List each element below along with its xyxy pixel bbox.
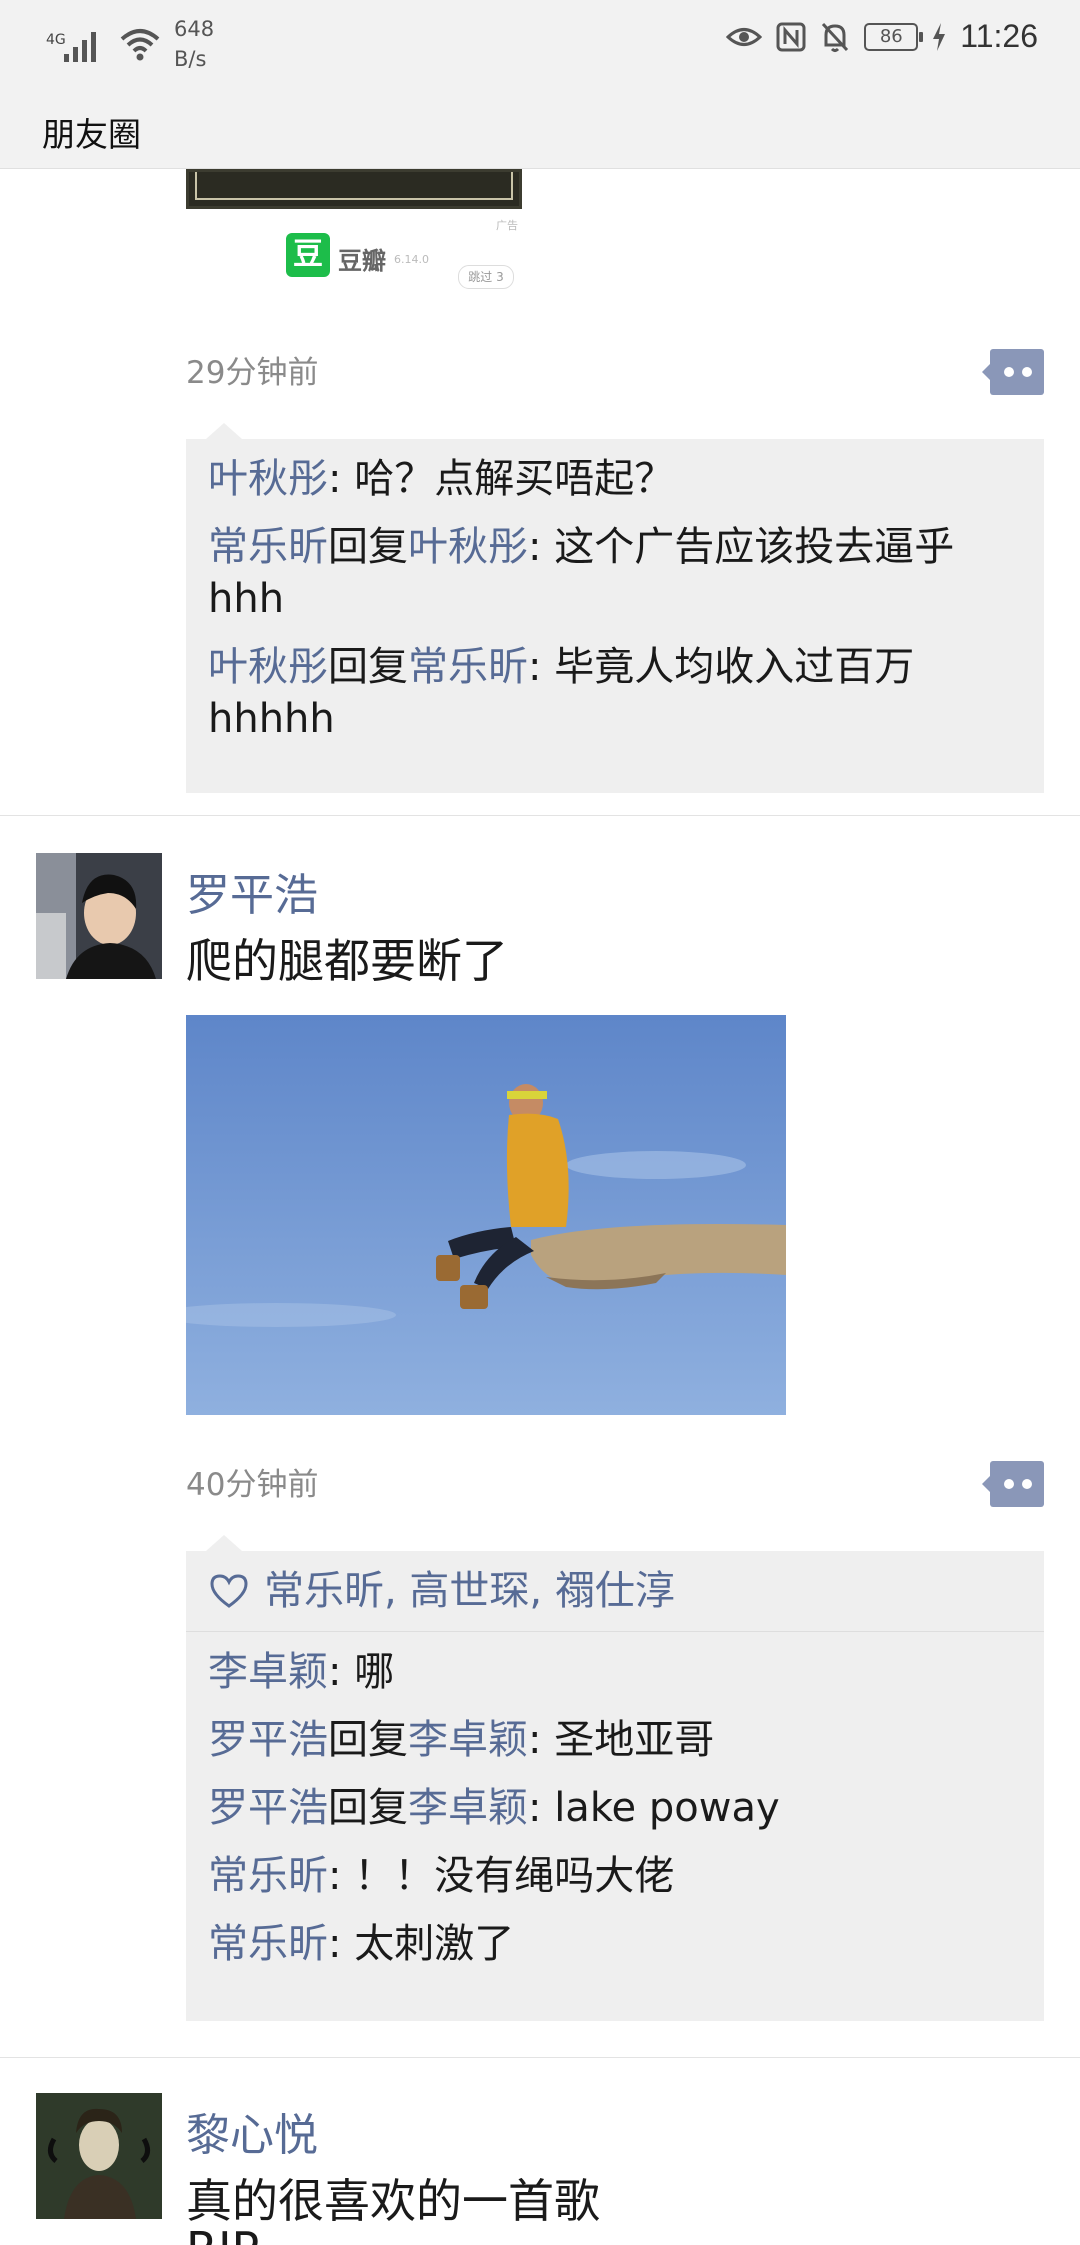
post-author[interactable]: 罗平浩 <box>186 859 318 923</box>
status-bar: 4G 648 B/s 86 11:26 <box>0 0 1080 88</box>
ad-photo <box>186 169 522 209</box>
divider <box>0 2057 1080 2058</box>
likes-row: 常乐昕, 高世琛, 禤仕淳 <box>186 1551 1044 1632</box>
post-time: 40分钟前 <box>186 1467 319 1503</box>
charging-icon <box>933 22 946 51</box>
post-text-line2: RIP <box>186 2229 259 2245</box>
mute-icon <box>822 22 849 52</box>
douban-logo-icon: 豆 <box>286 233 330 277</box>
avatar[interactable] <box>36 853 162 979</box>
ad-skip-label: 跳过 3 <box>458 265 514 289</box>
comment-item[interactable]: 李卓颖: 哪 <box>186 1646 1044 1698</box>
network-speed: 648 B/s <box>174 17 215 71</box>
comment-item[interactable]: 罗平浩回复李卓颖: lake poway <box>186 1782 1044 1834</box>
comment-item[interactable]: 叶秋彤回复常乐昕: 毕竟人均收入过百万hhhhh <box>186 641 1044 745</box>
status-left: 4G 648 B/s <box>46 14 214 74</box>
ad-app-version: 6.14.0 <box>394 253 429 266</box>
post-time: 29分钟前 <box>186 355 319 391</box>
divider <box>0 815 1080 816</box>
ad-app-name: 豆瓣 <box>338 247 386 275</box>
ad-image[interactable]: 广告 豆 豆瓣 6.14.0 跳过 3 <box>186 169 522 299</box>
comment-box: 常乐昕, 高世琛, 禤仕淳 李卓颖: 哪 罗平浩回复李卓颖: 圣地亚哥 罗平浩回… <box>186 1551 1044 2021</box>
eye-icon <box>726 27 763 46</box>
more-icon <box>1004 367 1032 377</box>
more-button[interactable] <box>982 349 1044 395</box>
comment-item[interactable]: 罗平浩回复李卓颖: 圣地亚哥 <box>186 1714 1044 1766</box>
network-type: 4G <box>46 32 66 48</box>
more-button[interactable] <box>982 1461 1044 1507</box>
more-icon <box>1004 1479 1032 1489</box>
comment-caret <box>206 423 242 439</box>
comment-caret <box>206 1535 242 1551</box>
signal-icon: 4G <box>46 24 106 64</box>
wifi-icon <box>120 29 160 61</box>
comment-item[interactable]: 叶秋彤: 哈？点解买唔起？ <box>186 453 1044 505</box>
post-text: 爬的腿都要断了 <box>186 934 508 988</box>
comment-item[interactable]: 常乐昕: 太刺激了 <box>186 1918 1044 1970</box>
status-right: 86 11:26 <box>726 18 1038 55</box>
avatar[interactable] <box>36 2093 162 2219</box>
post-text: 真的很喜欢的一首歌 <box>186 2174 600 2228</box>
nav-bar: 朋友圈 <box>0 88 1080 169</box>
post-author[interactable]: 黎心悦 <box>186 2099 318 2163</box>
comment-item[interactable]: 常乐昕: ！！没有绳吗大佬 <box>186 1850 1044 1902</box>
nfc-icon <box>776 22 806 51</box>
heart-icon <box>210 1574 248 1608</box>
likes-names[interactable]: 常乐昕, 高世琛, 禤仕淳 <box>264 1565 675 1617</box>
comment-box: 叶秋彤: 哈？点解买唔起？ 常乐昕回复叶秋彤: 这个广告应该投去逼乎hhh 叶秋… <box>186 439 1044 793</box>
clock: 11:26 <box>960 18 1038 54</box>
battery-icon: 86 <box>864 22 924 51</box>
comment-item[interactable]: 常乐昕回复叶秋彤: 这个广告应该投去逼乎hhh <box>186 521 1044 625</box>
page-title: 朋友圈 <box>42 115 141 154</box>
ad-mark: 广告 <box>496 219 518 232</box>
post-photo[interactable] <box>186 1015 786 1415</box>
